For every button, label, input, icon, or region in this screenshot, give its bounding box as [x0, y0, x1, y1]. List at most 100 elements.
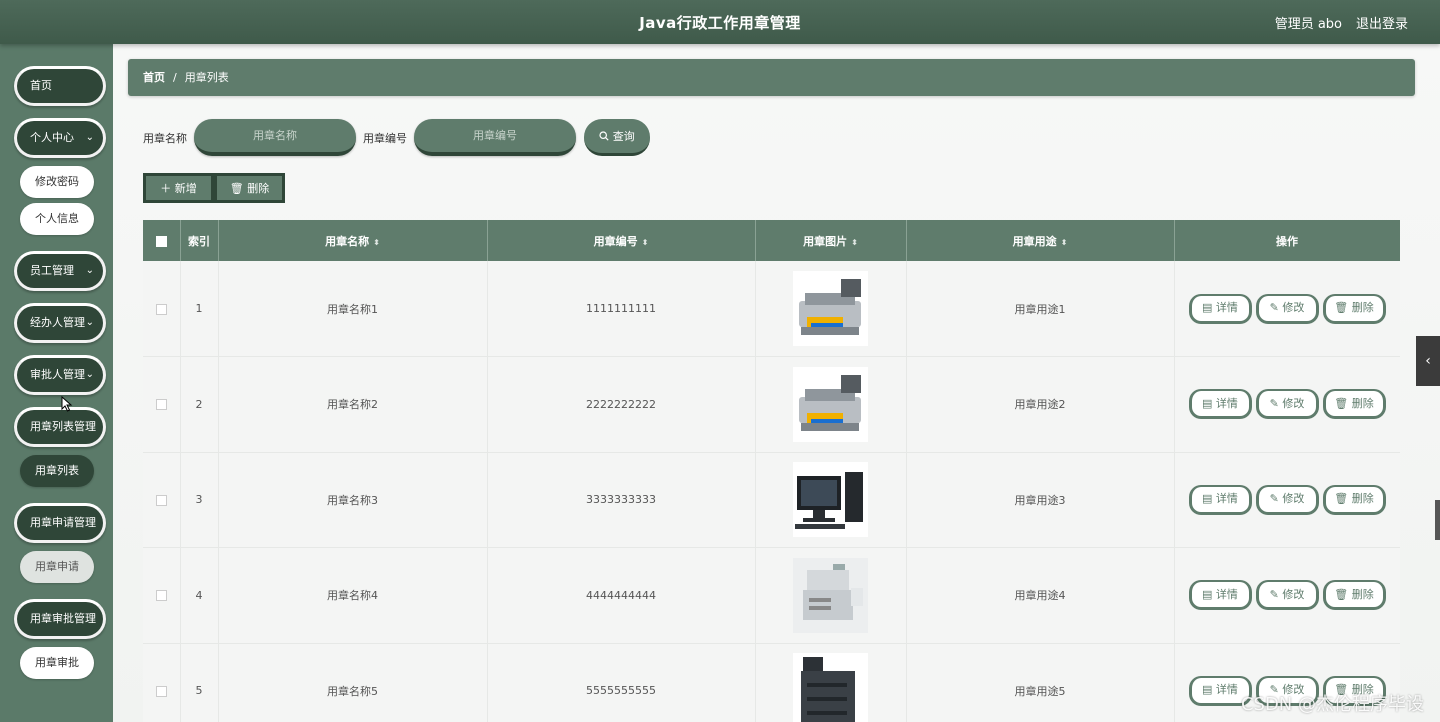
mouse-cursor-icon	[61, 395, 73, 415]
sidebar-item-seal-approve-mgmt[interactable]: 用章审批管理	[14, 599, 106, 639]
collapse-panel-button[interactable]: ‹	[1416, 336, 1440, 386]
row-code: 2222222222	[487, 356, 756, 452]
delete-button[interactable]: 🗑 删除	[1322, 293, 1386, 324]
row-usage: 用章用途4	[906, 547, 1175, 643]
row-operations: ▤ 详情 ✎ 修改 🗑 删除	[1174, 261, 1400, 357]
sidebar-item-label: 经办人管理	[30, 316, 85, 329]
edit-button[interactable]: ✎ 修改	[1255, 484, 1319, 515]
delete-button[interactable]: 🗑 删除	[1322, 580, 1386, 611]
row-checkbox[interactable]	[155, 303, 167, 315]
breadcrumb-home[interactable]: 首页	[143, 71, 165, 84]
add-button[interactable]: ＋ 新增	[143, 173, 214, 203]
sidebar-subitem-change-password[interactable]: 修改密码	[20, 166, 94, 198]
seal-table: 索引 用章名称 ⬍ 用章编号 ⬍ 用章图片 ⬍ 用章用途 ⬍ 操作 1 用章名称1 11…	[143, 220, 1400, 722]
header-usage-label: 用章用途	[1012, 234, 1057, 248]
sidebar-item-seal-list-mgmt[interactable]: 用章列表管理	[14, 407, 106, 447]
sidebar-item-handler-mgmt[interactable]: 经办人管理 ⌄	[14, 303, 106, 343]
detail-button[interactable]: ▤ 详情	[1188, 580, 1252, 611]
query-button[interactable]: 查询	[584, 119, 650, 156]
row-name: 用章名称4	[218, 547, 488, 643]
row-checkbox[interactable]	[155, 685, 167, 697]
sidebar-item-label: 用章审批管理	[30, 612, 96, 625]
header-image-label: 用章图片	[803, 234, 848, 248]
header-code-label: 用章编号	[593, 234, 638, 248]
row-name: 用章名称1	[218, 261, 488, 357]
detail-button[interactable]: ▤ 详情	[1188, 484, 1252, 515]
chevron-down-icon: ⌄	[85, 369, 94, 380]
chevron-down-icon: ⌄	[85, 317, 94, 328]
app-title: Java行政工作用章管理	[639, 14, 801, 32]
seal-image-printer	[793, 366, 868, 442]
sidebar-item-personal-center[interactable]: 个人中心 ⌄	[14, 118, 106, 158]
table-row: 5 用章名称5 5555555555 用章用途5 ▤ 详情 ✎ 修改 🗑 删除	[143, 643, 1400, 722]
row-name: 用章名称3	[218, 452, 488, 548]
query-button-label: 查询	[612, 130, 635, 143]
row-operations: ▤ 详情 ✎ 修改 🗑 删除	[1174, 452, 1400, 548]
row-code: 4444444444	[487, 547, 756, 643]
header-operations: 操作	[1174, 220, 1400, 261]
header-image[interactable]: 用章图片 ⬍	[755, 220, 907, 261]
search-icon	[599, 130, 613, 143]
seal-image-computer	[793, 462, 868, 538]
sidebar-item-label: 首页	[30, 79, 52, 92]
sidebar-item-approver-mgmt[interactable]: 审批人管理 ⌄	[14, 355, 106, 395]
detail-button[interactable]: ▤ 详情	[1188, 293, 1252, 324]
sidebar: 首页 个人中心 ⌄ 修改密码 个人信息 员工管理 ⌄ 经办人管理 ⌄ 审批人管理…	[0, 44, 113, 722]
sidebar-item-employee-mgmt[interactable]: 员工管理 ⌄	[14, 251, 106, 291]
delete-button[interactable]: 🗑 删除	[1322, 484, 1386, 515]
sort-icon[interactable]: ⬍	[1061, 238, 1068, 247]
row-index: 5	[180, 643, 219, 722]
edit-button[interactable]: ✎ 修改	[1255, 293, 1319, 324]
row-checkbox[interactable]	[155, 590, 167, 602]
edit-button[interactable]: ✎ 修改	[1255, 580, 1319, 611]
sidebar-item-label: 用章列表管理	[30, 420, 96, 433]
seal-image-large-copier	[793, 653, 868, 722]
sidebar-subitem-seal-list[interactable]: 用章列表	[20, 455, 94, 487]
scrollbar-thumb[interactable]	[1435, 500, 1440, 540]
logout-link[interactable]: 退出登录	[1356, 13, 1408, 32]
row-usage: 用章用途2	[906, 356, 1175, 452]
edit-button[interactable]: ✎ 修改	[1255, 389, 1319, 420]
seal-image-copier	[793, 557, 868, 633]
breadcrumb-separator: /	[173, 71, 177, 84]
seal-code-input[interactable]	[414, 119, 576, 156]
row-index: 3	[180, 452, 219, 548]
sidebar-item-label: 员工管理	[30, 264, 74, 277]
header-code[interactable]: 用章编号 ⬍	[487, 220, 756, 261]
detail-button[interactable]: ▤ 详情	[1188, 389, 1252, 420]
sidebar-item-label: 审批人管理	[30, 368, 85, 381]
sort-icon[interactable]: ⬍	[642, 238, 649, 247]
main-content: 首页/用章列表 用章名称 用章编号 查询 ＋ 新增 🗑 删除 索引 用章名称⬍ …	[113, 44, 1440, 722]
header-usage[interactable]: 用章用途 ⬍	[906, 220, 1175, 261]
batch-delete-button[interactable]: 🗑 删除	[214, 173, 285, 203]
row-checkbox[interactable]	[155, 399, 167, 411]
watermark: CSDN @杰伦程序毕设	[1240, 694, 1424, 715]
header-index: 索引	[180, 220, 219, 261]
chevron-down-icon: ⌄	[85, 265, 94, 276]
seal-name-input[interactable]	[194, 119, 356, 156]
chevron-down-icon: ⌄	[85, 132, 94, 143]
delete-button[interactable]: 🗑 删除	[1322, 389, 1386, 420]
current-user[interactable]: 管理员 abo	[1275, 13, 1342, 32]
sidebar-subitem-seal-apply[interactable]: 用章申请	[20, 551, 94, 583]
header-name[interactable]: 用章名称 ⬍	[218, 220, 488, 261]
row-code: 1111111111	[487, 261, 756, 357]
header-select-all[interactable]	[143, 220, 181, 261]
breadcrumb-current: 用章列表	[184, 71, 229, 84]
seal-code-label: 用章编号	[363, 132, 407, 145]
sidebar-subitem-personal-info[interactable]: 个人信息	[20, 203, 94, 235]
table-row: 4 用章名称4 4444444444 用章用途4 ▤ 详情 ✎ 修改 🗑 删除	[143, 547, 1400, 643]
row-checkbox[interactable]	[155, 494, 167, 506]
seal-name-label: 用章名称	[143, 132, 187, 145]
sidebar-item-label: 用章申请管理	[30, 516, 96, 529]
sidebar-item-home[interactable]: 首页	[14, 66, 106, 106]
sort-icon[interactable]: ⬍	[851, 238, 858, 247]
sidebar-item-seal-apply-mgmt[interactable]: 用章申请管理	[14, 503, 106, 543]
select-all-checkbox[interactable]	[155, 235, 167, 247]
sort-icon[interactable]: ⬍	[373, 238, 380, 247]
row-name: 用章名称5	[218, 643, 488, 722]
sidebar-item-label: 个人中心	[30, 131, 74, 144]
row-name: 用章名称2	[218, 356, 488, 452]
breadcrumb: 首页 / 用章列表	[128, 59, 1415, 96]
sidebar-subitem-seal-approve[interactable]: 用章审批	[20, 647, 94, 679]
